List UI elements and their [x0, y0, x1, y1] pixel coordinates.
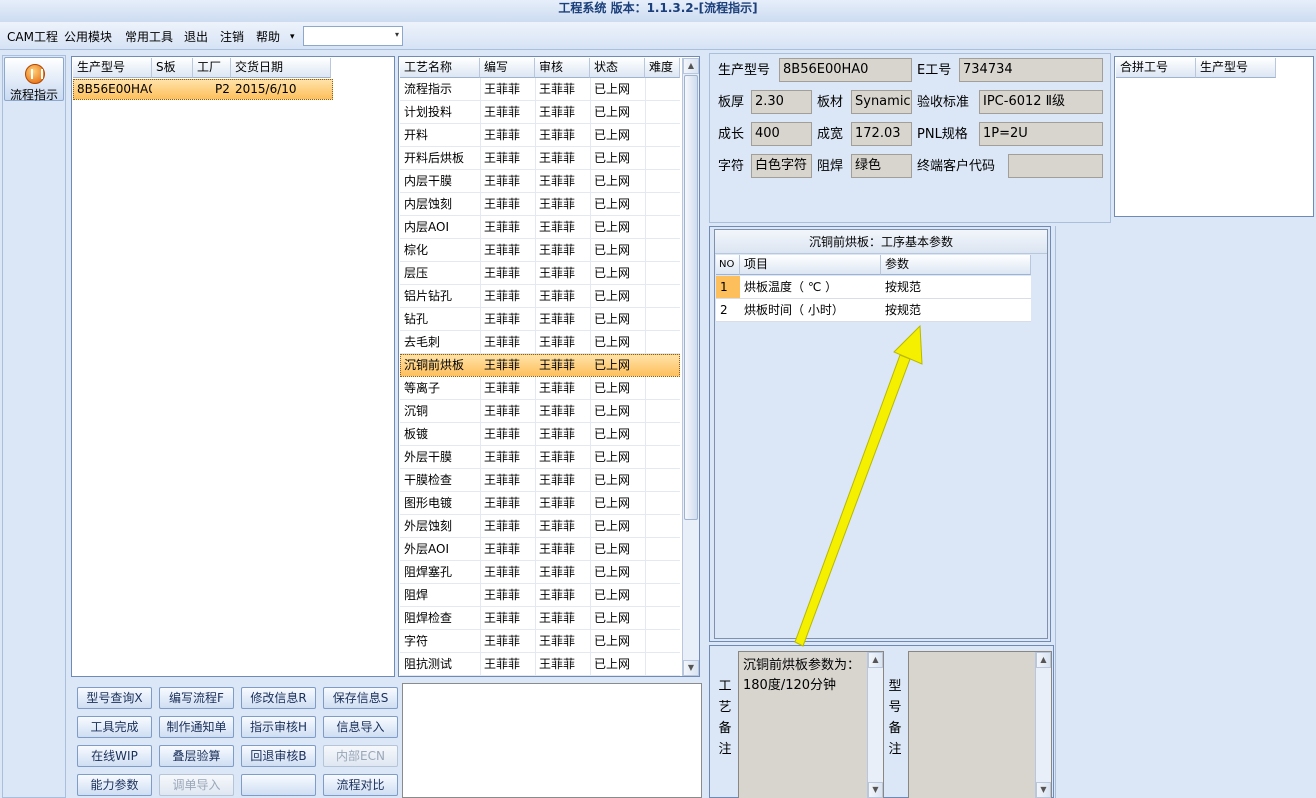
- annotation-arrow: [794, 324, 923, 647]
- arrow-head: [893, 324, 923, 365]
- arrow-shaft: [794, 354, 911, 647]
